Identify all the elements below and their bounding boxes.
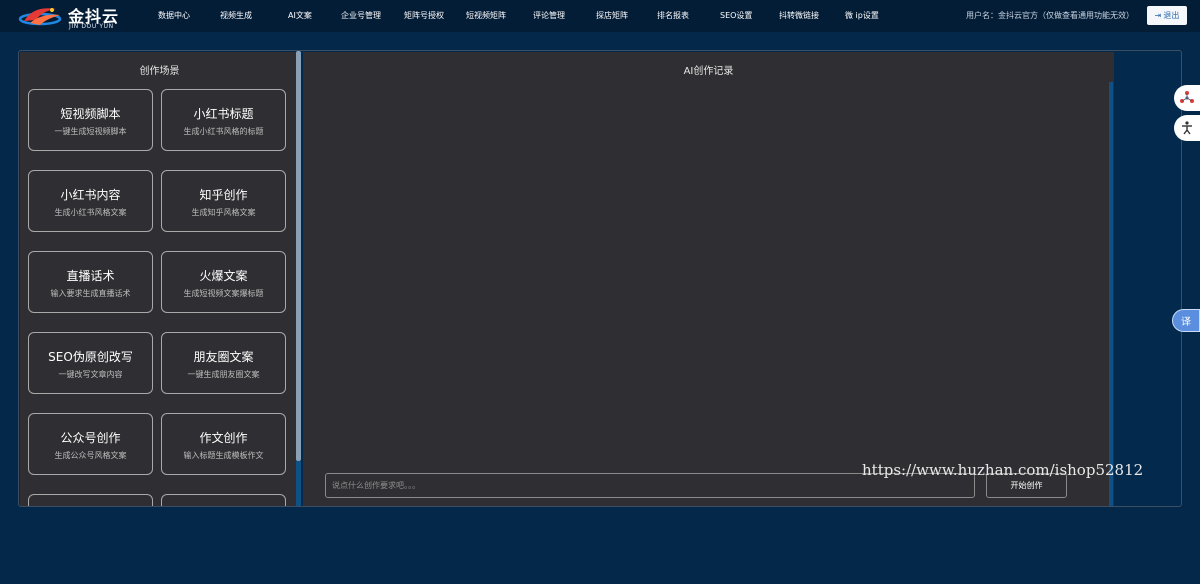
- scene-card-title: 朋友圈文案: [193, 350, 254, 364]
- scene-card-essay[interactable]: 作文创作 输入标题生成模板作文: [161, 413, 286, 475]
- scene-card-title: 短视频脚本: [60, 107, 121, 121]
- nav-item-enterprise-accounts[interactable]: 企业号管理: [341, 10, 381, 21]
- scene-card-subtitle: 生成小红书风格文案: [54, 208, 127, 217]
- scene-card-partial[interactable]: [161, 494, 286, 506]
- network-icon: [1180, 91, 1194, 103]
- scene-card-subtitle: 生成知乎风格文案: [191, 208, 256, 217]
- scene-card-subtitle: 一键生成朋友圈文案: [187, 370, 260, 379]
- record-panel-scrollbar[interactable]: [1109, 82, 1113, 506]
- scene-card-title: 知乎创作: [199, 188, 248, 202]
- nav-item-seo-settings[interactable]: SEO设置: [720, 10, 752, 21]
- scene-card-zhihu[interactable]: 知乎创作 生成知乎风格文案: [161, 170, 286, 232]
- scene-card-subtitle: 生成公众号风格文案: [54, 451, 127, 460]
- nav-item-matrix-auth[interactable]: 矩阵号授权: [404, 10, 444, 21]
- logo[interactable]: 金抖云 JIN DOU YUN: [16, 2, 136, 32]
- scene-card-moments-copy[interactable]: 朋友圈文案 一键生成朋友圈文案: [161, 332, 286, 394]
- scene-card-subtitle: 一键改写文章内容: [58, 370, 123, 379]
- top-nav-bar: 金抖云 JIN DOU YUN 数据中心 视频生成 AI文案 企业号管理 矩阵号…: [0, 0, 1200, 32]
- scene-card-title: 小红书标题: [193, 107, 254, 121]
- creation-record-title: AI创作记录: [683, 66, 734, 77]
- scene-card-subtitle: 生成短视频文案爆标题: [183, 289, 264, 298]
- logo-mark-icon: [18, 8, 62, 26]
- scene-panel-title: 创作场景: [139, 66, 180, 77]
- scene-card-title: 小红书内容: [60, 188, 121, 202]
- logout-icon: ⇥: [1154, 11, 1162, 20]
- scene-card-subtitle: 输入标题生成模板作文: [183, 451, 264, 460]
- network-widget-button[interactable]: [1174, 85, 1200, 111]
- scene-card-short-video-script[interactable]: 短视频脚本 一键生成短视频脚本: [28, 89, 153, 151]
- nav-item-ranking-report[interactable]: 排名报表: [657, 10, 689, 21]
- nav-item-douyin-wechat-link[interactable]: 抖转微链接: [779, 10, 819, 21]
- watermark-url: https://www.huzhan.com/ishop52812: [862, 461, 1144, 479]
- scene-card-subtitle: 输入要求生成直播话术: [50, 289, 131, 298]
- scene-card-title: SEO伪原创改写: [48, 350, 133, 364]
- scene-card-subtitle: 一键生成短视频脚本: [54, 127, 127, 136]
- accessibility-icon: [1182, 121, 1192, 135]
- scene-panel: 创作场景 短视频脚本 一键生成短视频脚本 小红书标题 生成小红书风格的标题 小红…: [20, 52, 299, 506]
- scene-card-partial[interactable]: [28, 494, 153, 506]
- scene-panel-scroll-track: [296, 461, 301, 506]
- creation-record-panel: AI创作记录 开始创作: [303, 52, 1114, 506]
- scene-panel-scrollbar[interactable]: [296, 51, 301, 461]
- nav-item-ip-settings[interactable]: 微 ip设置: [845, 10, 879, 21]
- nav-item-short-video-matrix[interactable]: 短视频矩阵: [466, 10, 506, 21]
- logo-subtitle: JIN DOU YUN: [69, 23, 114, 30]
- nav-item-store-matrix[interactable]: 探店矩阵: [596, 10, 628, 21]
- scene-card-seo-rewrite[interactable]: SEO伪原创改写 一键改写文章内容: [28, 332, 153, 394]
- scene-card-title: 直播话术: [66, 269, 115, 283]
- accessibility-widget-button[interactable]: [1174, 115, 1200, 141]
- logout-label: 退出: [1163, 11, 1180, 20]
- logout-button[interactable]: ⇥ 退出: [1147, 6, 1187, 25]
- scene-card-xiaohongshu-content[interactable]: 小红书内容 生成小红书风格文案: [28, 170, 153, 232]
- main-panel: 创作场景 短视频脚本 一键生成短视频脚本 小红书标题 生成小红书风格的标题 小红…: [18, 50, 1182, 507]
- nav-item-comment-management[interactable]: 评论管理: [533, 10, 565, 21]
- nav-item-data-center[interactable]: 数据中心: [158, 10, 190, 21]
- scene-card-official-account[interactable]: 公众号创作 生成公众号风格文案: [28, 413, 153, 475]
- nav-item-ai-copy[interactable]: AI文案: [288, 10, 312, 21]
- user-info: 用户名：金抖云官方（仅做查看通用功能无效）: [966, 11, 1134, 20]
- scene-card-viral-copy[interactable]: 火爆文案 生成短视频文案爆标题: [161, 251, 286, 313]
- translate-button[interactable]: 译: [1172, 309, 1200, 332]
- scene-card-subtitle: 生成小红书风格的标题: [183, 127, 264, 136]
- nav-item-video-generate[interactable]: 视频生成: [220, 10, 252, 21]
- scene-card-live-script[interactable]: 直播话术 输入要求生成直播话术: [28, 251, 153, 313]
- scene-card-title: 作文创作: [199, 431, 248, 445]
- scene-card-title: 公众号创作: [60, 431, 121, 445]
- scene-card-title: 火爆文案: [199, 269, 248, 283]
- scene-card-xiaohongshu-title[interactable]: 小红书标题 生成小红书风格的标题: [161, 89, 286, 151]
